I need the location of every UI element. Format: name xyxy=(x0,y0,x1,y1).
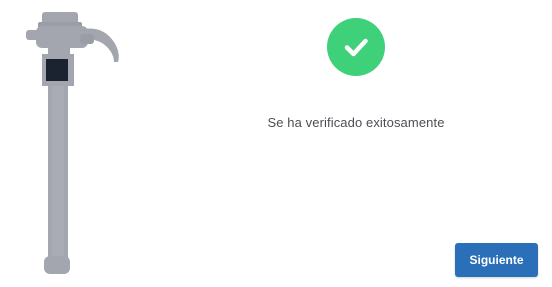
checkmark-icon xyxy=(344,38,368,57)
success-badge xyxy=(327,18,385,76)
status-message: Se ha verificado exitosamente xyxy=(267,115,445,130)
hydrant-valve-icon xyxy=(22,8,126,278)
verification-screen: Se ha verificado exitosamente Siguiente xyxy=(0,0,552,287)
next-button[interactable]: Siguiente xyxy=(455,243,538,277)
